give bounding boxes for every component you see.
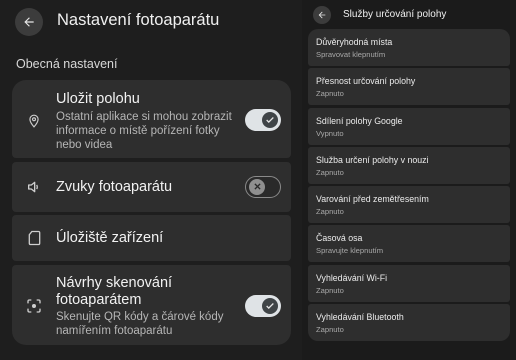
sd-card-icon bbox=[26, 230, 42, 246]
list-item-title: Vyhledávání Bluetooth bbox=[316, 312, 404, 323]
list-item[interactable]: Důvěryhodná místa Spravovat klepnutím bbox=[308, 29, 510, 66]
list-item-subtitle: Zapnuto bbox=[316, 285, 344, 295]
setting-title: Úložiště zařízení bbox=[56, 230, 164, 246]
speaker-icon bbox=[26, 179, 42, 195]
location-services-list: Důvěryhodná místa Spravovat klepnutím Př… bbox=[308, 29, 510, 343]
list-item-subtitle: Vypnuto bbox=[316, 128, 344, 138]
setting-title: Zvuky fotoaparátu bbox=[56, 179, 173, 195]
list-item-title: Důvěryhodná místa bbox=[316, 37, 393, 47]
setting-subtitle-line: nebo videa bbox=[56, 139, 113, 151]
list-item-subtitle: Zapnuto bbox=[316, 207, 344, 217]
list-item[interactable]: Sdílení polohy Google Vypnuto bbox=[308, 107, 510, 145]
list-item-title: Vyhledávání Wi-Fi bbox=[316, 272, 388, 283]
list-item-subtitle: Zapnuto bbox=[316, 167, 344, 177]
list-item[interactable]: Vyhledávání Wi-Fi Zapnuto bbox=[308, 264, 510, 302]
save-location-toggle[interactable] bbox=[245, 109, 281, 131]
list-item-title: Přesnost určování polohy bbox=[316, 76, 416, 87]
setting-subtitle-line: Ostatní aplikace si mohou zobrazit bbox=[56, 111, 232, 123]
list-item[interactable]: Služba určení polohy v nouzi Zapnuto bbox=[308, 146, 510, 184]
toggle-knob bbox=[262, 298, 278, 314]
location-services-panel: Služby určování polohy Důvěryhodná místa… bbox=[302, 0, 516, 360]
toggle-knob bbox=[249, 178, 265, 195]
camera-sounds-toggle[interactable] bbox=[245, 176, 281, 198]
back-button[interactable] bbox=[313, 6, 331, 24]
list-item[interactable]: Přesnost určování polohy Zapnuto bbox=[308, 68, 510, 106]
check-icon bbox=[266, 303, 274, 309]
scan-suggestions-toggle[interactable] bbox=[245, 295, 281, 317]
list-item-title: Varování před zemětřesením bbox=[316, 194, 429, 205]
back-button[interactable] bbox=[15, 8, 43, 36]
check-icon bbox=[266, 117, 274, 123]
list-item-subtitle: Spravovat klepnutím bbox=[316, 50, 386, 59]
list-item-subtitle: Spravujte klepnutím bbox=[316, 246, 384, 256]
list-item[interactable]: Varování před zemětřesením Zapnuto bbox=[308, 186, 510, 224]
scan-lens-icon bbox=[26, 298, 42, 314]
x-icon bbox=[253, 183, 261, 190]
setting-device-storage[interactable]: Úložiště zařízení bbox=[12, 215, 291, 261]
page-title: Nastavení fotoaparátu bbox=[57, 11, 220, 29]
page-title: Služby určování polohy bbox=[343, 9, 447, 20]
list-item-subtitle: Zapnuto bbox=[316, 325, 344, 335]
list-item-title: Služba určení polohy v nouzi bbox=[316, 154, 429, 165]
list-item[interactable]: Časová osa Spravujte klepnutím bbox=[308, 225, 510, 263]
setting-subtitle-line: namířením fotoaparátu bbox=[56, 325, 173, 337]
section-header: Obecná nastavení bbox=[16, 57, 118, 71]
setting-save-location[interactable]: Uložit polohu Ostatní aplikace si mohou … bbox=[12, 80, 291, 158]
list-item-title: Časová osa bbox=[316, 233, 363, 244]
back-arrow-icon bbox=[24, 17, 34, 27]
setting-subtitle-line: Skenujte QR kódy a čárové kódy bbox=[56, 311, 224, 323]
list-item-title: Sdílení polohy Google bbox=[316, 115, 403, 126]
location-pin-icon bbox=[26, 113, 42, 129]
setting-title-line: Návrhy skenování bbox=[56, 275, 173, 291]
back-arrow-icon bbox=[318, 11, 326, 19]
list-item[interactable]: Vyhledávání Bluetooth Zapnuto bbox=[308, 304, 510, 342]
toggle-knob bbox=[262, 112, 278, 128]
camera-settings-panel: Nastavení fotoaparátu Obecná nastavení U… bbox=[0, 0, 302, 360]
setting-camera-sounds[interactable]: Zvuky fotoaparátu bbox=[12, 162, 291, 212]
setting-title: Uložit polohu bbox=[56, 91, 140, 107]
setting-title-line: fotoaparátem bbox=[56, 292, 142, 308]
list-item-subtitle: Zapnuto bbox=[316, 89, 344, 99]
setting-subtitle-line: informace o místě pořízení fotky bbox=[56, 125, 220, 137]
setting-scan-suggestions[interactable]: Návrhy skenování fotoaparátem Skenujte Q… bbox=[12, 265, 291, 345]
